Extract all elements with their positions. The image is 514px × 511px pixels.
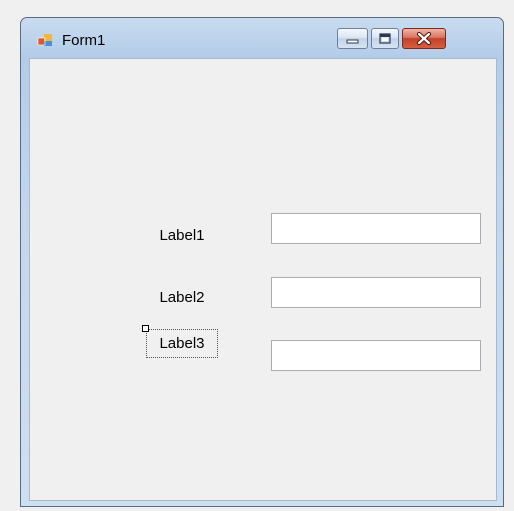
form-app-icon xyxy=(37,34,52,46)
close-icon xyxy=(417,32,431,45)
label2: Label2 xyxy=(159,289,205,306)
form-window: Form1 Label1 Label2 Label3 xyxy=(20,17,504,507)
textbox3[interactable] xyxy=(271,340,481,371)
window-title: Form1 xyxy=(62,32,106,49)
maximize-button[interactable] xyxy=(371,28,399,49)
maximize-icon xyxy=(379,33,391,44)
textbox1[interactable] xyxy=(271,213,481,244)
label1: Label1 xyxy=(159,227,205,244)
minimize-button[interactable] xyxy=(337,28,368,49)
label3[interactable]: Label3 xyxy=(142,335,222,352)
title-bar[interactable]: Form1 xyxy=(21,18,503,58)
close-button[interactable] xyxy=(402,28,446,49)
form-client-area: Label1 Label2 Label3 xyxy=(29,58,497,501)
label3-resize-handle[interactable] xyxy=(142,325,149,332)
minimize-icon xyxy=(346,39,359,44)
textbox2[interactable] xyxy=(271,277,481,308)
